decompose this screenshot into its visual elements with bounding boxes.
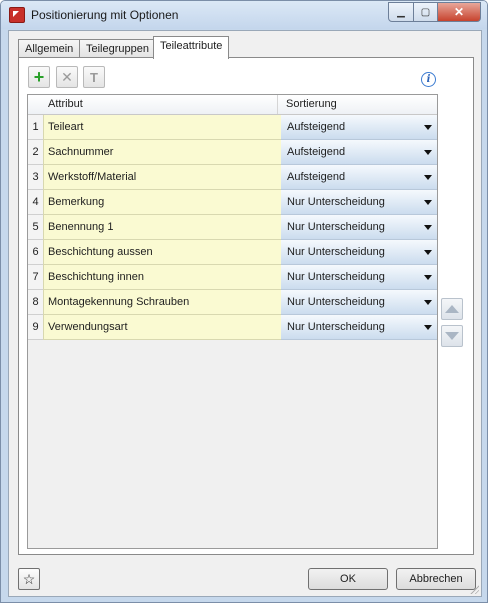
info-icon[interactable]: i [421,72,436,87]
sorting-dropdown[interactable]: Nur Unterscheidung [281,265,437,290]
table-row[interactable]: 9 Verwendungsart Nur Unterscheidung [28,315,437,340]
add-icon: + [33,67,45,87]
attribute-cell[interactable]: Benennung 1 [43,215,282,240]
row-number: 9 [28,315,43,340]
attribute-cell[interactable]: Sachnummer [43,140,282,165]
dropdown-arrow-icon [424,275,432,280]
dropdown-arrow-icon [424,225,432,230]
attribute-cell[interactable]: Verwendungsart [43,315,282,340]
close-icon: ✕ [453,5,465,19]
close-button[interactable]: ✕ [438,2,481,22]
table-row[interactable]: 7 Beschichtung innen Nur Unterscheidung [28,265,437,290]
window-title: Positionierung mit Optionen [31,8,179,22]
sorting-dropdown[interactable]: Aufsteigend [281,165,437,190]
row-number: 2 [28,140,43,165]
table-row[interactable]: 6 Beschichtung aussen Nur Unterscheidung [28,240,437,265]
row-number: 5 [28,215,43,240]
attribute-cell[interactable]: Montagekennung Schrauben [43,290,282,315]
row-number: 6 [28,240,43,265]
move-down-icon [445,332,459,340]
column-header-sortierung[interactable]: Sortierung [281,95,436,114]
sorting-value: Nur Unterscheidung [287,321,385,333]
dropdown-arrow-icon [424,125,432,130]
row-number: 8 [28,290,43,315]
rename-icon: T [90,69,98,85]
move-up-icon [445,305,459,313]
attribute-cell[interactable]: Werkstoff/Material [43,165,282,190]
sorting-dropdown[interactable]: Nur Unterscheidung [281,215,437,240]
tab-teilegruppen[interactable]: Teilegruppen [79,39,156,58]
delete-button[interactable]: ✕ [56,66,78,88]
sorting-value: Aufsteigend [287,121,346,133]
table-row[interactable]: 8 Montagekennung Schrauben Nur Untersche… [28,290,437,315]
sorting-dropdown[interactable]: Aufsteigend [281,140,437,165]
sorting-value: Aufsteigend [287,146,346,158]
attribute-cell[interactable]: Bemerkung [43,190,282,215]
tab-teileattribute[interactable]: Teileattribute [153,36,230,59]
minimize-button[interactable]: ▁ [388,2,414,22]
attribute-cell[interactable]: Beschichtung aussen [43,240,282,265]
sorting-dropdown[interactable]: Nur Unterscheidung [281,190,437,215]
dropdown-arrow-icon [424,200,432,205]
tab-panel-teileattribute: + ✕ T i Attribut Sortierung 1 Teileart A… [18,57,474,555]
column-header-attribut[interactable]: Attribut [43,95,278,114]
table-header: Attribut Sortierung [28,95,437,115]
add-button[interactable]: + [28,66,50,88]
attribute-cell[interactable]: Teileart [43,115,282,140]
dropdown-arrow-icon [424,250,432,255]
table-row[interactable]: 4 Bemerkung Nur Unterscheidung [28,190,437,215]
row-number: 3 [28,165,43,190]
dropdown-arrow-icon [424,325,432,330]
maximize-icon: ▢ [420,6,431,18]
star-icon: ☆ [22,571,36,587]
delete-icon: ✕ [61,68,73,85]
ok-button[interactable]: OK [308,568,388,590]
dropdown-arrow-icon [424,300,432,305]
sorting-value: Nur Unterscheidung [287,271,385,283]
attribute-table: Attribut Sortierung 1 Teileart Aufsteige… [27,94,438,549]
row-number: 1 [28,115,43,140]
move-up-button[interactable] [441,298,463,320]
window-controls: ▁ ▢ ✕ [388,2,481,22]
dialog-body: Allgemein Teilegruppen Teileattribute + … [8,30,482,597]
sorting-value: Nur Unterscheidung [287,221,385,233]
table-row[interactable]: 1 Teileart Aufsteigend [28,115,437,140]
move-down-button[interactable] [441,325,463,347]
cancel-button[interactable]: Abbrechen [396,568,476,590]
row-number: 4 [28,190,43,215]
sorting-value: Nur Unterscheidung [287,196,385,208]
dropdown-arrow-icon [424,175,432,180]
attribute-cell[interactable]: Beschichtung innen [43,265,282,290]
dialog-window: Positionierung mit Optionen ▁ ▢ ✕ Allgem… [0,0,488,603]
sorting-value: Nur Unterscheidung [287,246,385,258]
table-row[interactable]: 3 Werkstoff/Material Aufsteigend [28,165,437,190]
sorting-value: Nur Unterscheidung [287,296,385,308]
sorting-dropdown[interactable]: Aufsteigend [281,115,437,140]
favorites-button[interactable]: ☆ [18,568,40,590]
title-bar[interactable]: Positionierung mit Optionen ▁ ▢ ✕ [1,1,487,29]
sorting-dropdown[interactable]: Nur Unterscheidung [281,240,437,265]
dropdown-arrow-icon [424,150,432,155]
app-icon [9,7,25,23]
table-row[interactable]: 5 Benennung 1 Nur Unterscheidung [28,215,437,240]
row-number: 7 [28,265,43,290]
minimize-icon: ▁ [397,6,405,18]
sorting-dropdown[interactable]: Nur Unterscheidung [281,290,437,315]
tab-allgemein[interactable]: Allgemein [18,39,81,58]
sorting-value: Aufsteigend [287,171,346,183]
rename-button[interactable]: T [83,66,105,88]
table-row[interactable]: 2 Sachnummer Aufsteigend [28,140,437,165]
maximize-button[interactable]: ▢ [414,2,438,22]
sorting-dropdown[interactable]: Nur Unterscheidung [281,315,437,340]
